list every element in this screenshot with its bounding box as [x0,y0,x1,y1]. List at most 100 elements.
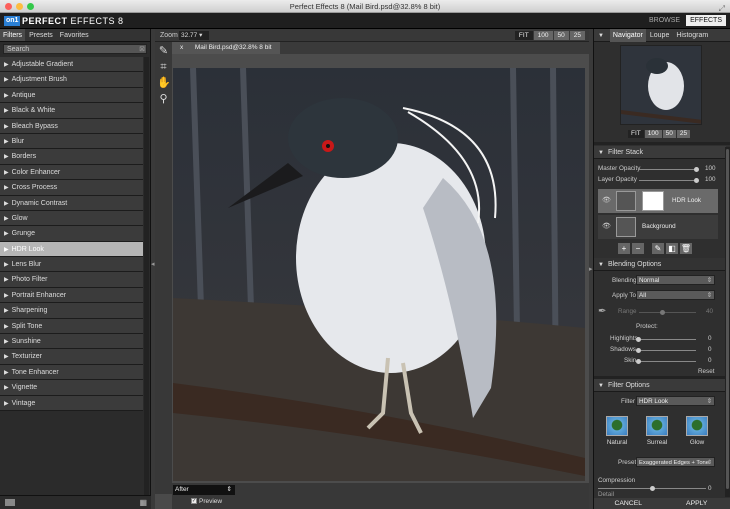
filter-select[interactable]: HDR Look ⇕ [636,396,715,406]
preset-natural[interactable]: Natural [604,416,630,446]
skin-knob[interactable] [636,359,641,364]
range-knob[interactable] [659,310,665,315]
expand-arrow-icon[interactable]: ▶ [4,277,9,283]
crop-tool-icon[interactable]: ⌗ [157,61,170,74]
expand-arrow-icon[interactable]: ▶ [4,370,9,376]
filter-item[interactable]: ▶ Bleach Bypass [0,118,143,134]
effects-mode-button[interactable]: EFFECTS [686,15,726,26]
apply-to-select[interactable]: All ⇕ [636,290,715,300]
expand-arrow-icon[interactable]: ▶ [4,93,9,99]
nav-fit-button[interactable]: FIT [628,130,644,138]
tab-loupe[interactable]: Loupe [647,29,672,42]
filter-item[interactable]: ▶ Split Tone [0,318,143,335]
filter-item[interactable]: ▶ Sharpening [0,303,143,319]
visibility-eye-icon[interactable]: 👁 [602,196,611,204]
layer-mask-thumbnail[interactable] [642,191,664,211]
tab-navigator[interactable]: Navigator [609,29,646,42]
expand-arrow-icon[interactable]: ▶ [4,108,9,114]
layer-opacity-knob[interactable] [694,178,699,183]
expand-arrow-icon[interactable]: ▶ [4,185,9,191]
filter-item[interactable]: ▶ Black & White [0,103,143,119]
visibility-eye-icon[interactable]: 👁 [602,222,611,230]
filter-item[interactable]: ▶ Borders [0,149,143,165]
zoom-input[interactable]: 32.77 ▾ [179,31,209,40]
clear-search-icon[interactable]: ⊠ [139,45,145,54]
expand-arrow-icon[interactable]: ▶ [4,216,9,222]
preset-surreal[interactable]: Surreal [644,416,670,446]
filter-item[interactable]: ▶ Blur [0,133,143,150]
tab-favorites[interactable]: Favorites [57,29,92,41]
compression-slider[interactable] [598,486,706,491]
filter-list-scrollbar[interactable] [144,57,149,502]
zoom-25-button[interactable]: 25 [569,31,585,40]
close-doc-icon[interactable]: x [176,42,188,54]
right-panel-scrollbar[interactable] [725,147,730,497]
filter-item[interactable]: ▶ Adjustment Brush [0,72,143,88]
layer-opacity-slider[interactable] [639,178,699,183]
blending-options-header[interactable]: ▼ Blending Options [594,258,726,271]
filter-item[interactable]: ▶ Vignette [0,380,143,396]
expand-arrow-icon[interactable]: ▶ [4,124,9,130]
expand-arrow-icon[interactable]: ▶ [4,154,9,160]
collapse-left-panel-icon[interactable]: ◂ [151,260,155,268]
expand-arrow-icon[interactable]: ▶ [4,339,9,345]
expand-arrow-icon[interactable]: ▶ [4,401,9,407]
trash-icon[interactable]: 🗑 [680,243,692,254]
hand-tool-icon[interactable]: ✋ [157,77,171,90]
zoom-100-button[interactable]: 100 [533,31,553,40]
expand-arrow-icon[interactable]: ▶ [4,354,9,360]
minimize-window-button[interactable] [16,3,23,10]
preview-checkbox[interactable]: ✓ [191,498,197,505]
cancel-button[interactable]: CANCEL [594,498,663,509]
filter-item[interactable]: ▶ Sunshine [0,334,143,350]
nav-50-button[interactable]: 50 [662,130,676,138]
filter-item[interactable]: ▶ Glow [0,210,143,227]
grid-view-icon[interactable]: ▦ [139,498,147,507]
canvas-area[interactable] [172,54,589,509]
preset-select[interactable]: Exaggerated Edges + Tone ⇕ [636,457,715,467]
filter-item[interactable]: ▶ Tone Enhancer [0,364,143,381]
expand-arrow-icon[interactable]: ▶ [4,139,9,145]
add-layer-icon[interactable]: + [618,243,630,254]
layer-row-hdr-look[interactable]: 👁 HDR Look [598,189,718,213]
filter-item[interactable]: ▶ Photo Filter [0,272,143,288]
filter-options-header[interactable]: ▼ Filter Options [594,379,726,392]
apply-button[interactable]: APPLY [663,498,730,509]
preset-glow[interactable]: Glow [684,416,710,446]
filter-item[interactable]: ▶ Adjustable Gradient [0,57,143,73]
zoom-50-button[interactable]: 50 [553,31,569,40]
filter-item[interactable]: ▶ Texturizer [0,349,143,365]
close-window-button[interactable] [5,3,12,10]
expand-arrow-icon[interactable]: ▶ [4,293,9,299]
zoom-window-button[interactable] [27,3,34,10]
search-input[interactable]: Search ⊠ [3,44,147,54]
list-view-icon[interactable] [5,499,15,506]
mask-fill-icon[interactable]: ◧ [666,243,678,254]
tab-filters[interactable]: Filters [0,29,26,41]
filter-item[interactable]: ▶ Vintage [0,395,143,411]
scroll-thumb[interactable] [726,149,729,489]
collapse-right-panel-icon[interactable]: ▸ [589,265,593,273]
compression-knob[interactable] [650,486,655,491]
filter-item[interactable]: ▶ Color Enhancer [0,164,143,181]
expand-arrow-icon[interactable]: ▶ [4,324,9,330]
expand-arrow-icon[interactable]: ▶ [4,231,9,237]
browse-mode-button[interactable]: BROWSE [645,15,684,26]
zoom-tool-icon[interactable]: ⚲ [157,93,170,106]
remove-layer-icon[interactable]: − [632,243,644,254]
skin-slider[interactable] [636,359,696,364]
shadows-knob[interactable] [636,348,641,353]
shadows-slider[interactable] [636,348,696,353]
filter-item[interactable]: ▶ Portrait Enhancer [0,287,143,304]
highlights-knob[interactable] [636,337,641,342]
range-slider[interactable] [639,310,696,315]
filter-item[interactable]: ▶ Lens Blur [0,257,143,273]
master-opacity-slider[interactable] [639,167,699,172]
photo-preview[interactable] [173,68,585,481]
layer-row-background[interactable]: 👁 Background [598,215,718,239]
preview-toggle[interactable]: ✓ Preview [191,498,222,505]
expand-arrow-icon[interactable]: ▶ [4,77,9,83]
expand-arrow-icon[interactable]: ▶ [4,262,9,268]
document-tab[interactable]: x Mail Bird.psd@32.8% 8 bit [172,42,280,54]
nav-100-button[interactable]: 100 [644,130,662,138]
